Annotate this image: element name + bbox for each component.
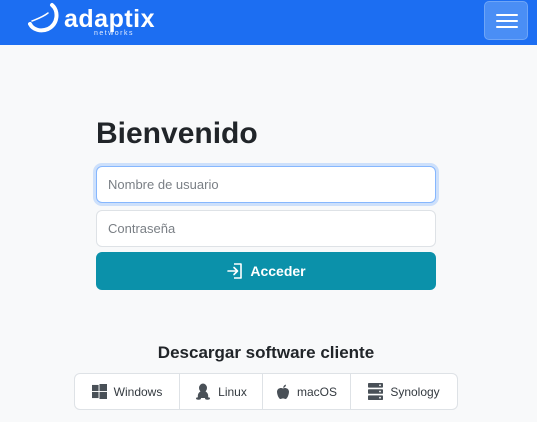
login-button[interactable]: Acceder [96,252,436,290]
download-macos-label: macOS [296,384,337,399]
download-button-group: Windows Linux macOS Synology [74,373,458,410]
download-synology-label: Synology [390,384,440,399]
navbar: adaptix networks [0,0,537,45]
hamburger-icon [496,14,518,16]
server-icon [368,383,384,400]
download-linux-button[interactable]: Linux [180,374,263,409]
download-windows-button[interactable]: Windows [75,374,180,409]
password-input[interactable] [96,210,436,247]
download-synology-button[interactable]: Synology [351,374,457,409]
downloads-heading: Descargar software cliente [157,343,375,362]
download-macos-button[interactable]: macOS [263,374,351,409]
brand-logo[interactable]: adaptix networks [28,2,168,42]
brand-tagline: networks [94,30,135,37]
download-linux-label: Linux [218,384,247,399]
menu-toggle-button[interactable] [484,1,528,40]
download-windows-label: Windows [113,384,163,399]
windows-icon [91,384,107,399]
page-title: Bienvenido [96,117,258,150]
brand-name: adaptix [64,5,156,33]
sign-in-icon [227,263,243,279]
username-input[interactable] [96,166,436,203]
login-button-label: Acceder [250,263,306,279]
logo-icon [28,3,59,33]
linux-icon [196,383,211,400]
apple-icon [276,384,289,399]
